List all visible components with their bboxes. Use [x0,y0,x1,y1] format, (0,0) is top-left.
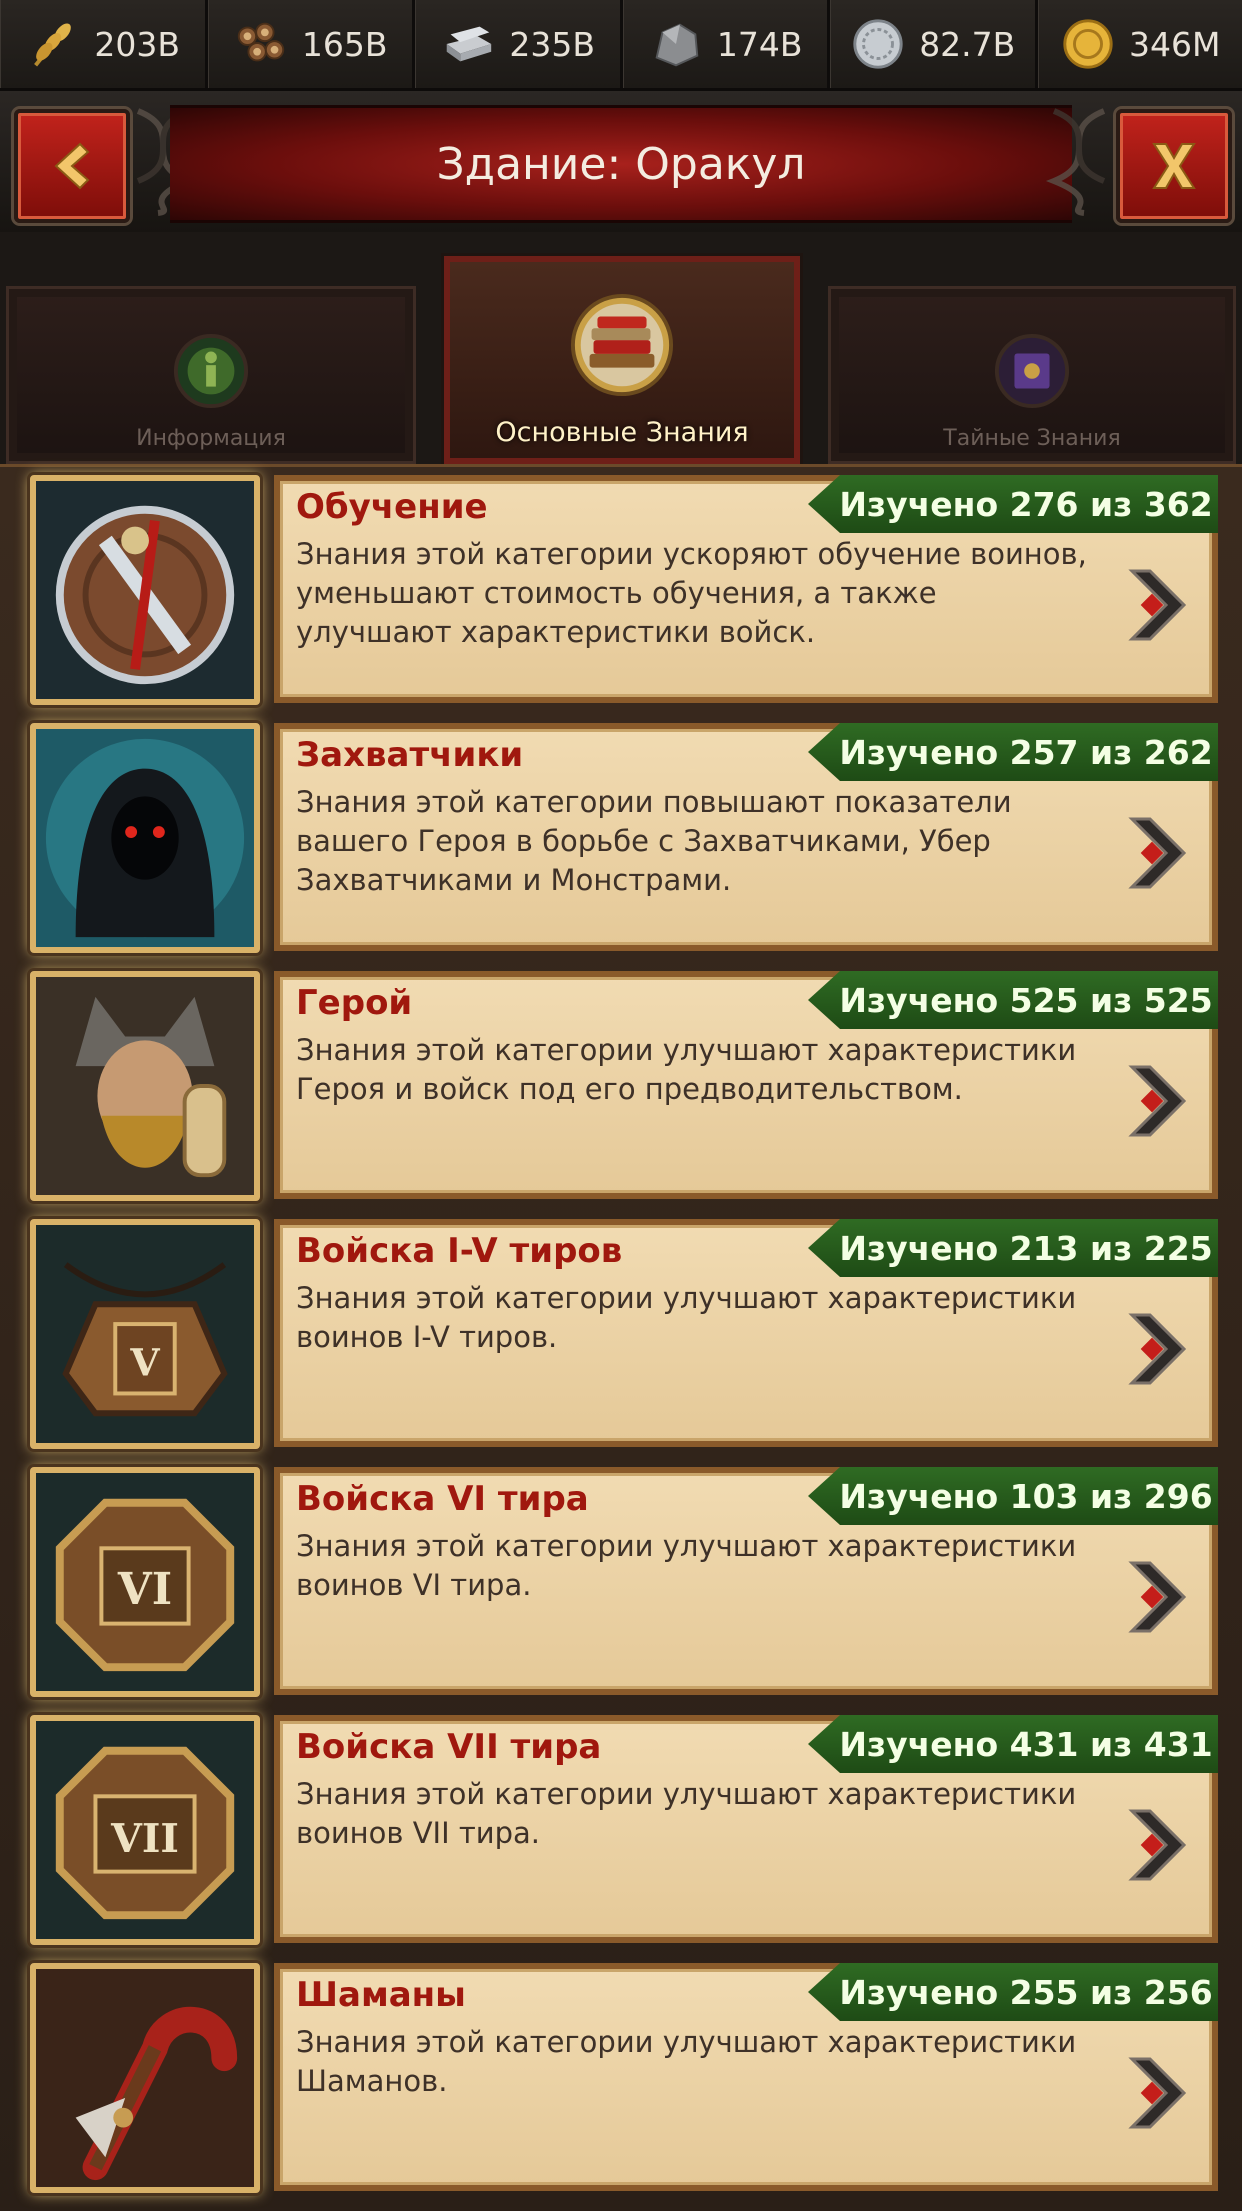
category-title: Обучение [296,487,488,527]
title-plate: Здание: Оракул [170,105,1072,223]
knowledge-list: Обучение Знания этой категории ускоряют … [0,464,1242,2211]
resource-wood[interactable]: 165B [208,0,416,88]
category-title: Войска VII тира [296,1727,601,1767]
category-description: Знания этой категории повышают показател… [296,783,1096,900]
books-icon [568,291,676,399]
tier-7-medallion-icon: VII [36,1721,254,1939]
secret-book-icon [993,332,1071,410]
category-description: Знания этой категории улучшают характери… [296,2023,1096,2101]
header: Здание: Оракул [0,91,1242,232]
category-title: Войска I-V тиров [296,1231,622,1271]
knot-ornament-right [1044,101,1114,219]
chevron-right-icon[interactable] [1122,1309,1192,1389]
tier-6-medallion-icon: VI [36,1473,254,1691]
category-card: Войска I-V тиров Знания этой категории у… [274,1219,1218,1447]
invaders-image [30,723,260,953]
tab-basic-knowledge[interactable]: Основные Знания [444,256,800,464]
list-item-hero[interactable]: Герой Знания этой категории улучшают хар… [22,967,1220,1205]
resource-wheat[interactable]: 203B [0,0,208,88]
category-card: Войска VI тира Знания этой категории улу… [274,1467,1218,1695]
troops-1-5-image: V [30,1219,260,1449]
category-card: Войска VII тира Знания этой категории ул… [274,1715,1218,1943]
troops-7-image: VII [30,1715,260,1945]
resource-gold[interactable]: 346M [1038,0,1242,88]
gold-icon [1059,15,1117,73]
category-card: Герой Знания этой категории улучшают хар… [274,971,1218,1199]
close-icon [1144,136,1204,196]
chevron-right-icon[interactable] [1122,1061,1192,1141]
tier-label: V [129,1341,160,1385]
progress-badge: Изучено 276 из 362 [808,475,1218,533]
wolf-hero-icon [36,977,254,1195]
info-icon [172,332,250,410]
list-item-troops-7[interactable]: VII Войска VII тира Знания этой категори… [22,1711,1220,1949]
tab-label: Тайные Знания [943,426,1120,451]
list-item-invaders[interactable]: Захватчики Знания этой категории повышаю… [22,719,1220,957]
chevron-right-icon[interactable] [1122,2053,1192,2133]
iron-icon [439,15,497,73]
tab-label: Основные Знания [495,417,748,448]
category-description: Знания этой категории улучшают характери… [296,1279,1096,1357]
page-title: Здание: Оракул [436,139,805,190]
silver-icon [849,15,907,73]
shield-sword-icon [36,481,254,699]
progress-badge: Изучено 103 из 296 [808,1467,1218,1525]
category-title: Войска VI тира [296,1479,589,1519]
chevron-right-icon[interactable] [1122,813,1192,893]
tier-label: VII [110,1816,179,1862]
tab-bar: Информация Основные Знания Тайные Знания [0,232,1242,464]
resource-value: 235B [509,25,595,64]
tab-secret-knowledge[interactable]: Тайные Знания [828,286,1236,464]
category-description: Знания этой категории улучшают характери… [296,1775,1096,1853]
list-item-shamans[interactable]: Шаманы Знания этой категории улучшают ха… [22,1959,1220,2197]
close-button[interactable] [1116,109,1232,223]
category-title: Захватчики [296,735,523,775]
chevron-right-icon[interactable] [1122,565,1192,645]
progress-badge: Изучено 255 из 256 [808,1963,1218,2021]
resource-silver[interactable]: 82.7B [830,0,1038,88]
tab-label: Информация [136,426,286,451]
resource-value: 82.7B [919,25,1015,64]
stone-icon [647,15,705,73]
list-item-training[interactable]: Обучение Знания этой категории ускоряют … [22,471,1220,709]
resource-value: 174B [717,25,803,64]
back-button[interactable] [14,109,130,223]
tier-label: VI [117,1564,172,1615]
wheat-icon [24,15,82,73]
hooded-figure-icon [36,729,254,947]
category-description: Знания этой категории улучшают характери… [296,1527,1096,1605]
resource-iron[interactable]: 235B [415,0,623,88]
troops-6-image: VI [30,1467,260,1697]
chevron-right-icon[interactable] [1122,1557,1192,1637]
category-title: Герой [296,983,412,1023]
progress-badge: Изучено 431 из 431 [808,1715,1218,1773]
resource-value: 165B [302,25,388,64]
resource-value: 203B [94,25,180,64]
category-title: Шаманы [296,1975,466,2015]
wood-icon [232,15,290,73]
category-description: Знания этой категории ускоряют обучение … [296,535,1096,652]
tab-information[interactable]: Информация [6,286,416,464]
category-card: Шаманы Знания этой категории улучшают ха… [274,1963,1218,2191]
list-item-troops-1-5[interactable]: V Войска I-V тиров Знания этой категории… [22,1215,1220,1453]
list-item-troops-6[interactable]: VI Войска VI тира Знания этой категории … [22,1463,1220,1701]
resource-value: 346M [1129,25,1220,64]
hero-image [30,971,260,1201]
category-card: Обучение Знания этой категории ускоряют … [274,475,1218,703]
resource-stone[interactable]: 174B [623,0,831,88]
category-card: Захватчики Знания этой категории повышаю… [274,723,1218,951]
resource-bar: 203B 165B 235B 174B 82.7B [0,0,1242,91]
category-description: Знания этой категории улучшают характери… [296,1031,1096,1109]
progress-badge: Изучено 213 из 225 [808,1219,1218,1277]
chevron-right-icon[interactable] [1122,1805,1192,1885]
progress-badge: Изучено 525 из 525 [808,971,1218,1029]
shamans-image [30,1963,260,2193]
shaman-staff-icon [36,1969,254,2187]
progress-badge: Изучено 257 из 262 [808,723,1218,781]
training-image [30,475,260,705]
tier-5-medallion-icon: V [36,1225,254,1443]
chevron-left-icon [42,136,102,196]
